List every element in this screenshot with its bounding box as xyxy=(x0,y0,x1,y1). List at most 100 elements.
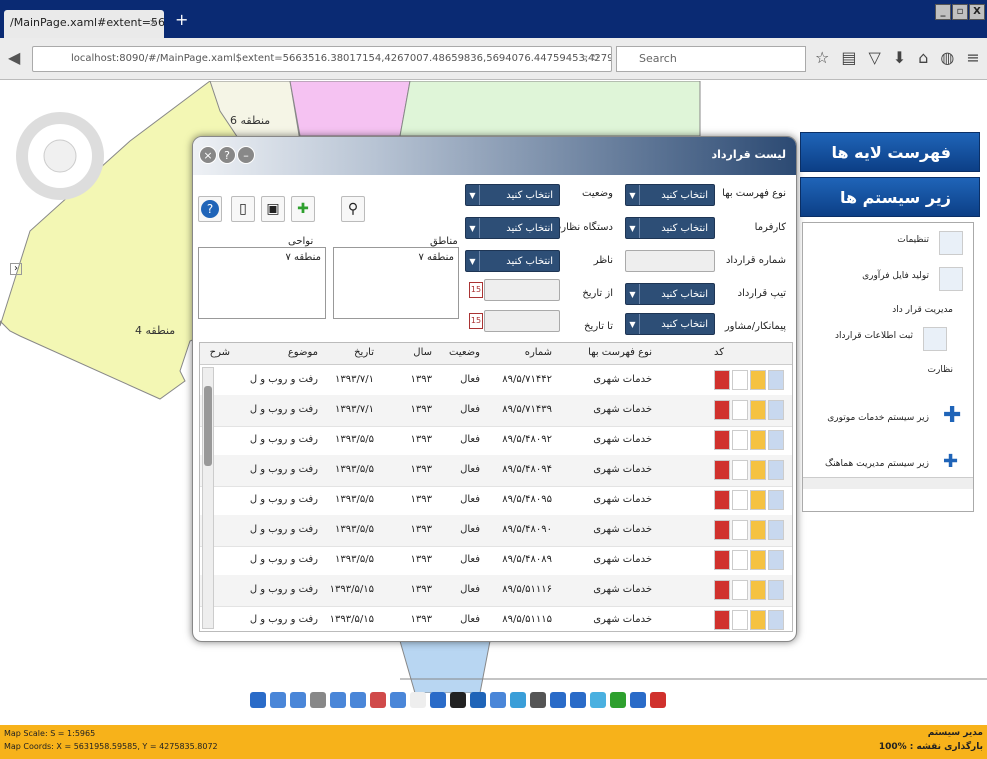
select-supervisor[interactable]: ▼ انتخاب کنید xyxy=(465,250,560,272)
view-icon[interactable] xyxy=(732,580,748,600)
view-icon[interactable] xyxy=(732,520,748,540)
select-icon[interactable] xyxy=(390,692,406,708)
locate-icon[interactable] xyxy=(430,692,446,708)
table-row[interactable]: ۱۴خدمات شهری۸۹/۵/۵۱۱۱۵فعال۱۳۹۳۱۳۹۳/۵/۱۵ر… xyxy=(200,605,792,631)
delete-icon[interactable] xyxy=(714,520,730,540)
select-contract-type[interactable]: ▼ انتخاب کنید xyxy=(625,283,715,305)
zoom-out-icon[interactable] xyxy=(350,692,366,708)
delete-icon[interactable] xyxy=(714,370,730,390)
pencil-icon[interactable] xyxy=(250,692,266,708)
tree-supervision[interactable]: نظارت xyxy=(928,365,953,375)
add-subsystem-icon[interactable]: ✚ xyxy=(943,403,961,428)
expand-arrow-icon[interactable]: › xyxy=(10,263,22,275)
tree-coordination[interactable]: زیر سیستم مدیریت هماهنگ xyxy=(825,459,929,469)
input-contract-number[interactable] xyxy=(625,250,715,272)
tree-contract-management[interactable]: مدیریت قرار داد xyxy=(892,305,953,315)
minimize-dialog-icon[interactable]: – xyxy=(237,146,255,164)
help-icon[interactable]: ? xyxy=(218,146,236,164)
flag-icon[interactable] xyxy=(410,692,426,708)
back-arrow-icon[interactable]: ◀ xyxy=(8,48,20,67)
search-input[interactable]: Search xyxy=(616,46,806,72)
new-tab-button[interactable]: + xyxy=(175,10,188,29)
table-row[interactable]: ۶خدمات شهری۸۹/۵/۷۱۴۴۲فعال۱۳۹۳۱۳۹۳/۷/۱رفت… xyxy=(200,365,792,397)
districts-list[interactable]: منطقه ۷ xyxy=(198,247,326,319)
delete-icon[interactable] xyxy=(714,460,730,480)
view-icon[interactable] xyxy=(732,490,748,510)
table-row[interactable]: ۱۳خدمات شهری۸۹/۵/۵۱۱۱۶فعال۱۳۹۳۱۳۹۳/۵/۱۵ر… xyxy=(200,575,792,607)
col-description[interactable]: شرح xyxy=(210,347,230,358)
input-from-date[interactable] xyxy=(484,279,560,301)
col-number[interactable]: شماره xyxy=(525,347,552,358)
coordination-icon[interactable]: ✚ xyxy=(943,451,958,472)
export-icon[interactable]: ▣ xyxy=(261,196,285,222)
search-map-icon[interactable] xyxy=(490,692,506,708)
col-code[interactable]: کد xyxy=(714,347,724,358)
document-icon[interactable] xyxy=(768,550,784,570)
forward-icon[interactable] xyxy=(290,692,306,708)
view-icon[interactable] xyxy=(732,610,748,630)
minimize-button[interactable]: _ xyxy=(935,4,951,20)
document-icon[interactable] xyxy=(768,580,784,600)
col-subject[interactable]: موضوع xyxy=(288,347,318,358)
edit-icon[interactable] xyxy=(750,520,766,540)
tree-motor-services[interactable]: زیر سیستم خدمات موتوری xyxy=(827,413,929,423)
district-item[interactable]: منطقه ۷ xyxy=(203,252,321,263)
delete-icon[interactable] xyxy=(714,430,730,450)
back-icon[interactable] xyxy=(270,692,286,708)
view-icon[interactable] xyxy=(732,370,748,390)
tree-file-generation[interactable]: تولید فایل فرآوری xyxy=(862,271,929,281)
input-to-date[interactable] xyxy=(484,310,560,332)
settings-icon[interactable] xyxy=(630,692,646,708)
document-icon[interactable] xyxy=(768,430,784,450)
text-icon[interactable] xyxy=(450,692,466,708)
document-icon[interactable] xyxy=(768,610,784,630)
select-supervisor-unit[interactable]: ▼ انتخاب کنید xyxy=(465,217,560,239)
view-icon[interactable] xyxy=(732,460,748,480)
table-row[interactable]: ۹خدمات شهری۸۹/۵/۴۸۰۹۴فعال۱۳۹۳۱۳۹۳/۵/۵رفت… xyxy=(200,455,792,487)
edit-icon[interactable] xyxy=(750,490,766,510)
file-generation-icon[interactable] xyxy=(939,267,963,291)
table-row[interactable]: ۱۰خدمات شهری۸۹/۵/۴۸۰۹۵فعال۱۳۹۳۱۳۹۳/۵/۵رف… xyxy=(200,485,792,517)
select-status[interactable]: ▼ انتخاب کنید xyxy=(465,184,560,206)
edit-icon[interactable] xyxy=(750,400,766,420)
report-icon[interactable]: ▯ xyxy=(231,196,255,222)
browser-tab[interactable]: /MainPage.xaml#extent=566351... × xyxy=(4,10,164,38)
delete-icon[interactable] xyxy=(714,400,730,420)
settings-icon[interactable] xyxy=(939,231,963,255)
delete-icon[interactable] xyxy=(714,550,730,570)
document-icon[interactable] xyxy=(768,520,784,540)
edit-icon[interactable] xyxy=(750,370,766,390)
bookmark-star-icon[interactable]: ☆ xyxy=(815,48,829,67)
home-icon[interactable]: ⌂ xyxy=(918,48,928,67)
globe-icon[interactable] xyxy=(510,692,526,708)
tree-settings[interactable]: تنظیمات xyxy=(897,235,929,245)
pocket-icon[interactable]: ▽ xyxy=(868,48,880,67)
tree-contract-info[interactable]: ثبت اطلاعات قرارداد xyxy=(835,331,913,341)
add-icon[interactable]: ✚ xyxy=(291,196,315,222)
view-icon[interactable] xyxy=(732,430,748,450)
area-item[interactable]: منطقه ۷ xyxy=(338,252,454,263)
col-year[interactable]: سال xyxy=(413,347,432,358)
help-button-icon[interactable]: ? xyxy=(198,196,222,222)
close-window-button[interactable]: X xyxy=(969,4,985,20)
view-icon[interactable] xyxy=(732,550,748,570)
pan-icon[interactable] xyxy=(310,692,326,708)
print-icon[interactable] xyxy=(530,692,546,708)
select-contractor[interactable]: ▼ انتخاب کنید xyxy=(625,313,715,335)
tree-scrollbar[interactable] xyxy=(803,477,973,489)
close-dialog-icon[interactable]: × xyxy=(199,146,217,164)
table-row[interactable]: ۷خدمات شهری۸۹/۵/۷۱۴۳۹فعال۱۳۹۳۱۳۹۳/۷/۱رفت… xyxy=(200,395,792,427)
calendar-to-icon[interactable]: 15 xyxy=(469,313,483,329)
delete-icon[interactable] xyxy=(714,490,730,510)
download-icon[interactable]: ⬇ xyxy=(893,48,906,67)
edit-icon[interactable] xyxy=(750,580,766,600)
export-icon[interactable] xyxy=(550,692,566,708)
reload-icon[interactable]: ▿ ↻ xyxy=(582,47,599,71)
document-icon[interactable] xyxy=(768,460,784,480)
maximize-button[interactable]: ▫ xyxy=(952,4,968,20)
sync-icon[interactable]: ◍ xyxy=(940,48,954,67)
user-icon[interactable] xyxy=(570,692,586,708)
edit-icon[interactable] xyxy=(750,550,766,570)
delete-icon[interactable] xyxy=(714,610,730,630)
areas-list[interactable]: منطقه ۷ xyxy=(333,247,459,319)
